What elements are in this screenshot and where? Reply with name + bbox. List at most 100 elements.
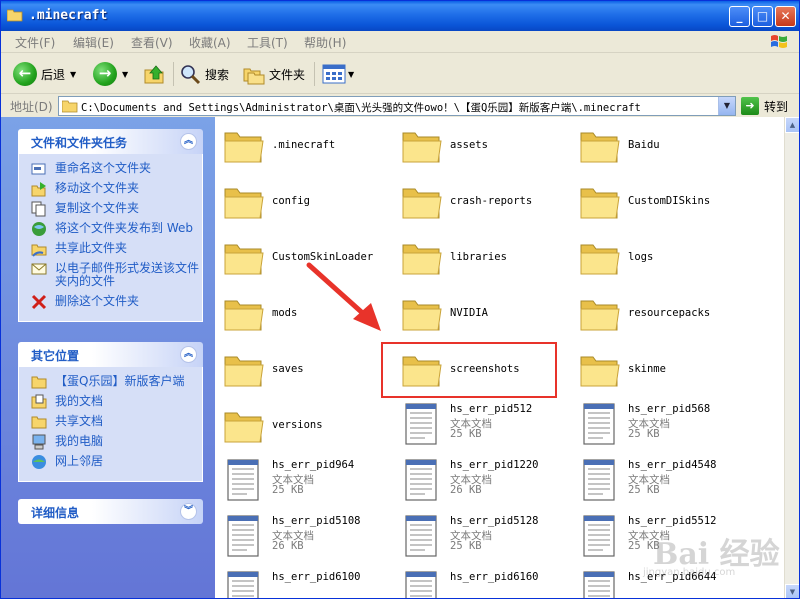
folder-item[interactable]: skinme <box>571 343 747 395</box>
place-network[interactable]: 网上邻居 <box>19 454 202 469</box>
file-item[interactable]: hs_err_pid512 文本文档 25 KB <box>393 399 569 451</box>
menu-help[interactable]: 帮助(H) <box>304 34 346 51</box>
back-label: 后退 <box>41 67 66 82</box>
chevron-down-icon[interactable]: ▼ <box>70 70 76 79</box>
search-label: 搜索 <box>205 67 230 82</box>
menu-bar: 文件(F) 编辑(E) 查看(V) 收藏(A) 工具(T) 帮助(H) <box>1 31 799 53</box>
chevron-down-icon[interactable]: ▼ <box>718 97 735 115</box>
folder-item[interactable]: resourcepacks <box>571 287 747 339</box>
task-publish-web[interactable]: 将这个文件夹发布到 Web <box>19 222 202 236</box>
menu-file[interactable]: 文件(F) <box>15 34 55 51</box>
item-name: skinme <box>628 363 666 375</box>
back-button[interactable]: ← 后退 ▼ <box>13 60 76 88</box>
details-panel: 详细信息 ︾ <box>18 499 203 524</box>
menu-view[interactable]: 查看(V) <box>131 34 173 51</box>
views-button[interactable]: ▼ <box>322 60 354 88</box>
file-item[interactable]: hs_err_pid964 文本文档 25 KB <box>215 455 391 507</box>
folder-item[interactable]: assets <box>393 119 569 171</box>
task-label: 删除这个文件夹 <box>55 294 140 308</box>
file-item[interactable]: hs_err_pid6160 <box>393 567 569 598</box>
go-label: 转到 <box>764 99 789 114</box>
collapse-icon[interactable]: ︽ <box>180 346 197 363</box>
expand-icon[interactable]: ︾ <box>180 503 197 520</box>
item-name: Baidu <box>628 139 660 151</box>
up-folder-icon <box>144 65 164 84</box>
folders-button[interactable]: 文件夹 <box>243 60 305 88</box>
chevron-down-icon[interactable]: ▼ <box>122 70 128 79</box>
place-my-computer[interactable]: 我的电脑 <box>19 434 202 450</box>
scroll-down-icon[interactable]: ▼ <box>785 584 799 598</box>
menu-favorites[interactable]: 收藏(A) <box>189 34 231 51</box>
folder-icon <box>580 188 620 219</box>
file-item[interactable]: hs_err_pid5128 文本文档 25 KB <box>393 511 569 563</box>
file-tasks-list: 重命名这个文件夹 移动这个文件夹 复制这个文件夹 将这个文件夹发布到 Web 共… <box>18 154 203 322</box>
file-item[interactable]: hs_err_pid1220 文本文档 26 KB <box>393 455 569 507</box>
file-item[interactable]: hs_err_pid568 文本文档 25 KB <box>571 399 747 451</box>
file-item[interactable]: hs_err_pid5108 文本文档 26 KB <box>215 511 391 563</box>
up-folder-button[interactable] <box>143 60 167 88</box>
folders-label: 文件夹 <box>269 67 306 82</box>
search-button[interactable]: 搜索 <box>179 60 229 88</box>
windows-logo-icon <box>771 35 787 48</box>
folder-item[interactable]: .minecraft <box>215 119 391 171</box>
folder-item[interactable]: NVIDIA <box>393 287 569 339</box>
item-name: assets <box>450 139 488 151</box>
place-label: 我的文档 <box>55 394 104 408</box>
item-name: CustomDISkins <box>628 195 711 207</box>
place-label: 【蛋Q乐园】新版客户端 <box>55 374 185 388</box>
folder-item[interactable]: config <box>215 175 391 227</box>
folder-icon <box>224 300 264 331</box>
folder-item[interactable]: CustomDISkins <box>571 175 747 227</box>
folder-icon <box>224 188 264 219</box>
folder-icon <box>402 132 442 163</box>
file-tasks-header[interactable]: 文件和文件夹任务 ︽ <box>18 129 203 154</box>
go-button[interactable]: ➜ 转到 <box>741 96 788 116</box>
copy-icon <box>31 201 46 217</box>
file-item[interactable]: hs_err_pid6100 <box>215 567 391 598</box>
folder-item[interactable]: crash-reports <box>393 175 569 227</box>
folder-item[interactable]: Baidu <box>571 119 747 171</box>
maximize-button[interactable]: □ <box>752 6 773 27</box>
folder-icon <box>224 412 264 443</box>
watermark: Bai 经验 jingyan.baidu.com <box>613 521 783 581</box>
task-move[interactable]: 移动这个文件夹 <box>19 182 202 197</box>
task-email[interactable]: 以电子邮件形式发送该文件夹内的文件 <box>19 262 202 288</box>
menu-tools[interactable]: 工具(T) <box>247 34 288 51</box>
task-copy[interactable]: 复制这个文件夹 <box>19 201 202 217</box>
address-input[interactable]: C:\Documents and Settings\Administrator\… <box>58 96 736 116</box>
place-my-documents[interactable]: 我的文档 <box>19 394 202 409</box>
item-name: hs_err_pid5108 <box>272 515 361 527</box>
folder-icon <box>580 300 620 331</box>
task-delete[interactable]: 删除这个文件夹 <box>19 294 202 310</box>
place-label: 网上邻居 <box>55 454 104 468</box>
vertical-scrollbar[interactable]: ▲ ▼ <box>784 117 799 598</box>
scroll-up-icon[interactable]: ▲ <box>785 117 799 133</box>
folder-item[interactable]: libraries <box>393 231 569 283</box>
text-document-icon <box>405 515 437 557</box>
forward-button[interactable]: → ▼ <box>93 60 128 88</box>
chevron-down-icon[interactable]: ▼ <box>348 70 354 79</box>
my-computer-icon <box>32 434 46 450</box>
folder-item[interactable]: logs <box>571 231 747 283</box>
text-document-icon <box>583 403 615 445</box>
other-places-header[interactable]: 其它位置 ︽ <box>18 342 203 367</box>
folder-icon <box>224 244 264 275</box>
file-item[interactable]: hs_err_pid4548 文本文档 25 KB <box>571 455 747 507</box>
task-share[interactable]: 共享此文件夹 <box>19 241 202 257</box>
task-rename[interactable]: 重命名这个文件夹 <box>19 162 202 175</box>
back-arrow-icon: ← <box>13 62 37 86</box>
text-document-icon <box>405 571 437 598</box>
minimize-button[interactable]: _ <box>729 6 750 27</box>
place-shared-documents[interactable]: 共享文档 <box>19 415 202 429</box>
place-parent-folder[interactable]: 【蛋Q乐园】新版客户端 <box>19 374 202 389</box>
folder-item[interactable]: saves <box>215 343 391 395</box>
item-size: 25 KB <box>450 428 482 440</box>
title-bar[interactable]: .minecraft _ □ ✕ <box>1 1 799 31</box>
menu-edit[interactable]: 编辑(E) <box>73 34 114 51</box>
collapse-icon[interactable]: ︽ <box>180 133 197 150</box>
folder-item[interactable]: versions <box>215 399 391 451</box>
task-label: 共享此文件夹 <box>55 241 128 255</box>
network-places-icon <box>32 455 46 469</box>
details-header[interactable]: 详细信息 ︾ <box>18 499 203 524</box>
close-button[interactable]: ✕ <box>775 6 796 27</box>
